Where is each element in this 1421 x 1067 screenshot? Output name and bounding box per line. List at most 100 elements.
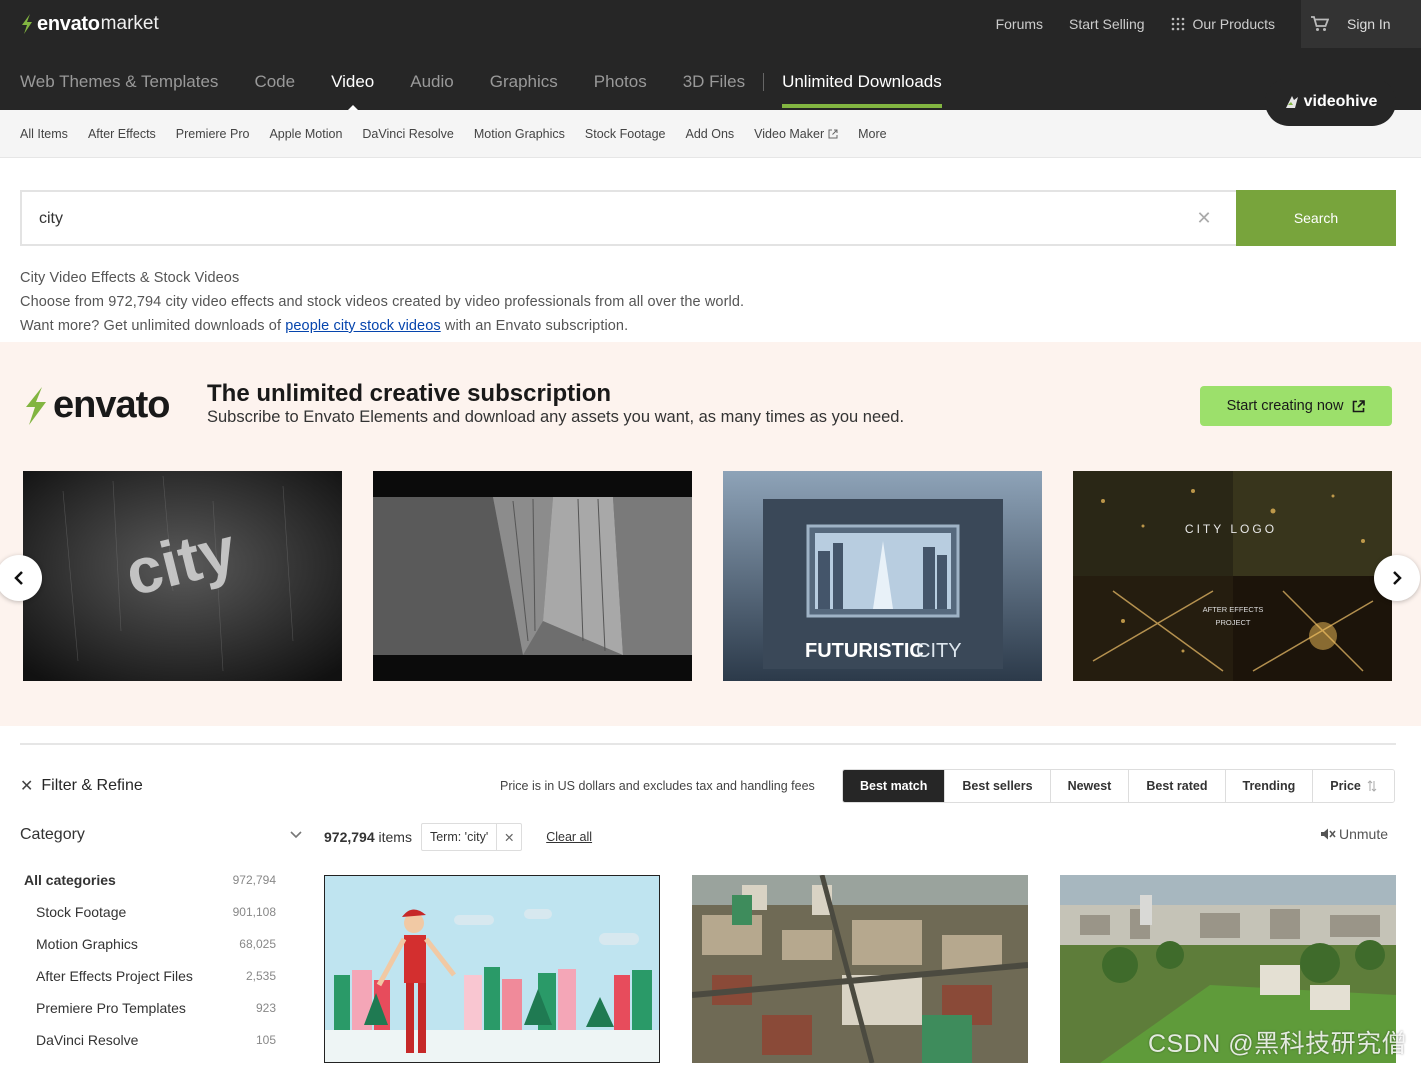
sort-best-rated[interactable]: Best rated bbox=[1129, 770, 1226, 802]
sort-best-sellers[interactable]: Best sellers bbox=[945, 770, 1051, 802]
subnav-premiere-pro[interactable]: Premiere Pro bbox=[176, 127, 250, 141]
people-city-link[interactable]: people city stock videos bbox=[285, 318, 441, 334]
subnav-more[interactable]: More bbox=[858, 127, 886, 141]
category-count: 923 bbox=[255, 1001, 276, 1015]
clear-all-link[interactable]: Clear all bbox=[546, 830, 592, 844]
nav-graphics[interactable]: Graphics bbox=[490, 56, 558, 108]
nav-audio[interactable]: Audio bbox=[410, 56, 453, 108]
external-link-icon bbox=[828, 129, 838, 138]
category-list: All categories 972,794 Stock Footage 901… bbox=[20, 864, 276, 1056]
cart-button[interactable] bbox=[1301, 0, 1339, 48]
start-selling-link[interactable]: Start Selling bbox=[1069, 16, 1144, 32]
result-thumbnail bbox=[692, 875, 1028, 1063]
result-item-christmas-woman[interactable] bbox=[324, 875, 660, 1063]
promo-subtitle: Subscribe to Envato Elements and downloa… bbox=[207, 408, 905, 426]
slide-3-title-bold: FUTURISTIC bbox=[805, 640, 924, 662]
category-heading[interactable]: Category bbox=[20, 826, 302, 844]
videohive-label: videohive bbox=[1303, 93, 1378, 110]
category-premiere-pro[interactable]: Premiere Pro Templates 923 bbox=[20, 992, 276, 1024]
sort-newest[interactable]: Newest bbox=[1050, 770, 1130, 802]
subnav-after-effects[interactable]: After Effects bbox=[88, 127, 156, 141]
chevron-right-icon bbox=[1393, 571, 1402, 585]
intro-heading: City Video Effects & Stock Videos bbox=[20, 270, 240, 286]
chevron-down-icon bbox=[290, 831, 302, 839]
sort-options: Best match Best sellers Newest Best rate… bbox=[842, 769, 1395, 803]
intro-more-prefix: Want more? Get unlimited downloads of bbox=[20, 318, 286, 334]
videohive-badge[interactable]: videohive bbox=[1265, 78, 1396, 126]
unmute-toggle[interactable]: Unmute bbox=[1320, 826, 1388, 842]
nav-code[interactable]: Code bbox=[254, 56, 295, 108]
sub-nav: All Items After Effects Premiere Pro App… bbox=[0, 110, 1421, 158]
slide-image: CITY LOGO AFTER EFFECTS PROJECT bbox=[1073, 471, 1392, 681]
envato-market-logo[interactable]: envato market bbox=[20, 12, 159, 36]
remove-term-icon[interactable]: ✕ bbox=[497, 830, 521, 845]
nav-unlimited-downloads[interactable]: Unlimited Downloads bbox=[782, 56, 942, 108]
sort-best-match[interactable]: Best match bbox=[843, 770, 946, 802]
subnav-add-ons[interactable]: Add Ons bbox=[686, 127, 735, 141]
forums-link[interactable]: Forums bbox=[996, 16, 1043, 32]
search-input[interactable] bbox=[39, 208, 1159, 230]
filter-refine-label: Filter & Refine bbox=[41, 777, 143, 794]
video-maker-label: Video Maker bbox=[754, 126, 825, 141]
slide-4-subtitle-1: AFTER EFFECTS bbox=[1203, 605, 1264, 614]
envato-logo[interactable]: envato bbox=[23, 384, 170, 427]
category-after-effects[interactable]: After Effects Project Files 2,535 bbox=[20, 960, 276, 992]
subnav-motion-graphics[interactable]: Motion Graphics bbox=[474, 127, 565, 141]
subnav-all-items[interactable]: All Items bbox=[20, 127, 68, 141]
slide-4-title: CITY LOGO bbox=[1185, 522, 1277, 536]
promo-slide-city-text[interactable]: city bbox=[23, 471, 342, 681]
subnav-stock-footage[interactable]: Stock Footage bbox=[585, 127, 666, 141]
result-thumbnail bbox=[324, 875, 660, 1063]
envato-logo-text: envato bbox=[53, 384, 170, 426]
videohive-icon bbox=[1285, 96, 1298, 108]
chevron-left-icon bbox=[14, 571, 23, 585]
sign-in-button[interactable]: Sign In bbox=[1339, 0, 1421, 48]
nav-web-themes[interactable]: Web Themes & Templates bbox=[20, 56, 218, 108]
our-products-link[interactable]: Our Products bbox=[1171, 16, 1275, 32]
our-products-label: Our Products bbox=[1192, 16, 1275, 32]
category-count: 972,794 bbox=[232, 873, 276, 887]
start-creating-button[interactable]: Start creating now bbox=[1200, 386, 1392, 426]
sort-arrows-icon bbox=[1367, 780, 1377, 792]
category-all[interactable]: All categories 972,794 bbox=[20, 864, 276, 896]
category-heading-label: Category bbox=[20, 826, 85, 843]
category-davinci-resolve[interactable]: DaVinci Resolve 105 bbox=[20, 1024, 276, 1056]
search-button[interactable]: Search bbox=[1236, 190, 1396, 246]
grid-icon bbox=[1171, 17, 1184, 31]
promo-carousel: city FUTURISTIC CITY CITY LOGO AFTER EFF… bbox=[23, 471, 1392, 681]
nav-3d-files[interactable]: 3D Files bbox=[683, 56, 745, 108]
csdn-watermark: CSDN @黑科技研究僧 bbox=[1148, 1030, 1408, 1058]
subnav-davinci-resolve[interactable]: DaVinci Resolve bbox=[362, 127, 453, 141]
category-count: 68,025 bbox=[239, 937, 276, 951]
subnav-video-maker[interactable]: Video Maker bbox=[754, 127, 838, 141]
intro-more-suffix: with an Envato subscription. bbox=[440, 318, 629, 334]
brand-name: envato bbox=[37, 12, 100, 35]
nav-video[interactable]: Video bbox=[331, 56, 374, 110]
nav-separator bbox=[763, 73, 765, 91]
category-stock-footage[interactable]: Stock Footage 901,108 bbox=[20, 896, 276, 928]
result-count-suffix: items bbox=[378, 829, 412, 845]
promo-title: The unlimited creative subscription bbox=[207, 380, 612, 407]
envato-leaf-icon bbox=[26, 386, 46, 425]
unmute-label: Unmute bbox=[1339, 826, 1389, 842]
promo-slide-city-buildings[interactable] bbox=[373, 471, 692, 681]
nav-photos[interactable]: Photos bbox=[594, 56, 647, 108]
subnav-apple-motion[interactable]: Apple Motion bbox=[269, 127, 342, 141]
slide-image: FUTURISTIC CITY bbox=[723, 471, 1042, 681]
category-motion-graphics[interactable]: Motion Graphics 68,025 bbox=[20, 928, 276, 960]
intro-text: City Video Effects & Stock Videos Choose… bbox=[20, 266, 744, 338]
category-label: All categories bbox=[24, 872, 116, 888]
category-count: 105 bbox=[255, 1033, 276, 1047]
carousel-next-button[interactable] bbox=[1374, 555, 1420, 601]
clear-search-icon[interactable]: ✕ bbox=[1193, 207, 1215, 229]
filter-refine-toggle[interactable]: ✕ Filter & Refine bbox=[20, 776, 143, 796]
sort-price[interactable]: Price bbox=[1313, 770, 1394, 802]
brand-suffix: market bbox=[100, 13, 159, 34]
sort-trending[interactable]: Trending bbox=[1225, 770, 1314, 802]
result-item-aerial-city[interactable] bbox=[692, 875, 1028, 1063]
top-links: Forums Start Selling Our Products Sign I… bbox=[996, 0, 1421, 48]
start-creating-label: Start creating now bbox=[1226, 398, 1344, 414]
result-count: 972,794 items bbox=[324, 829, 412, 845]
promo-slide-city-logo[interactable]: CITY LOGO AFTER EFFECTS PROJECT bbox=[1073, 471, 1392, 681]
promo-slide-futuristic-city[interactable]: FUTURISTIC CITY bbox=[723, 471, 1042, 681]
